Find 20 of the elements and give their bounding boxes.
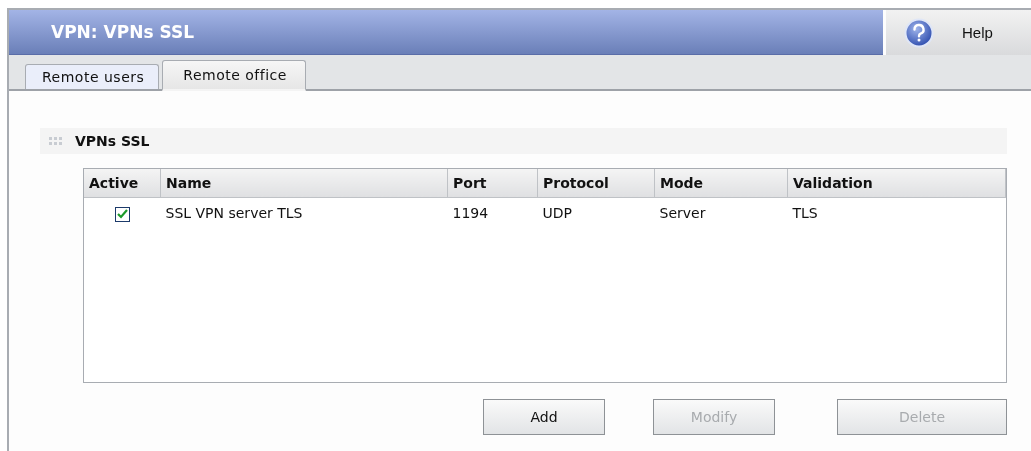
tab[interactable]: Remote office — [162, 60, 306, 91]
table-cell: Server — [659, 205, 706, 222]
action-button[interactable]: Add — [483, 399, 605, 435]
column-header[interactable]: Name — [160, 169, 448, 198]
table-cell: 1194 — [452, 205, 489, 222]
column-header[interactable]: Validation — [787, 169, 1006, 198]
help-icon — [904, 17, 934, 48]
column-header[interactable]: Mode — [654, 169, 788, 198]
column-header[interactable]: Active — [84, 169, 161, 198]
section-title: VPNs SSL — [75, 133, 150, 149]
table-cell: UDP — [542, 205, 572, 222]
table-cell: TLS — [792, 205, 818, 222]
window-title: VPN: VPNs SSL — [51, 22, 194, 42]
table-cell: SSL VPN server TLS — [165, 205, 303, 222]
column-header[interactable]: Port — [447, 169, 538, 198]
column-header[interactable]: Protocol — [537, 169, 655, 198]
tab[interactable]: Remote users — [25, 64, 160, 89]
help-button[interactable]: Help — [886, 10, 1031, 55]
grip-icon — [49, 137, 63, 145]
checkbox[interactable] — [114, 206, 130, 222]
